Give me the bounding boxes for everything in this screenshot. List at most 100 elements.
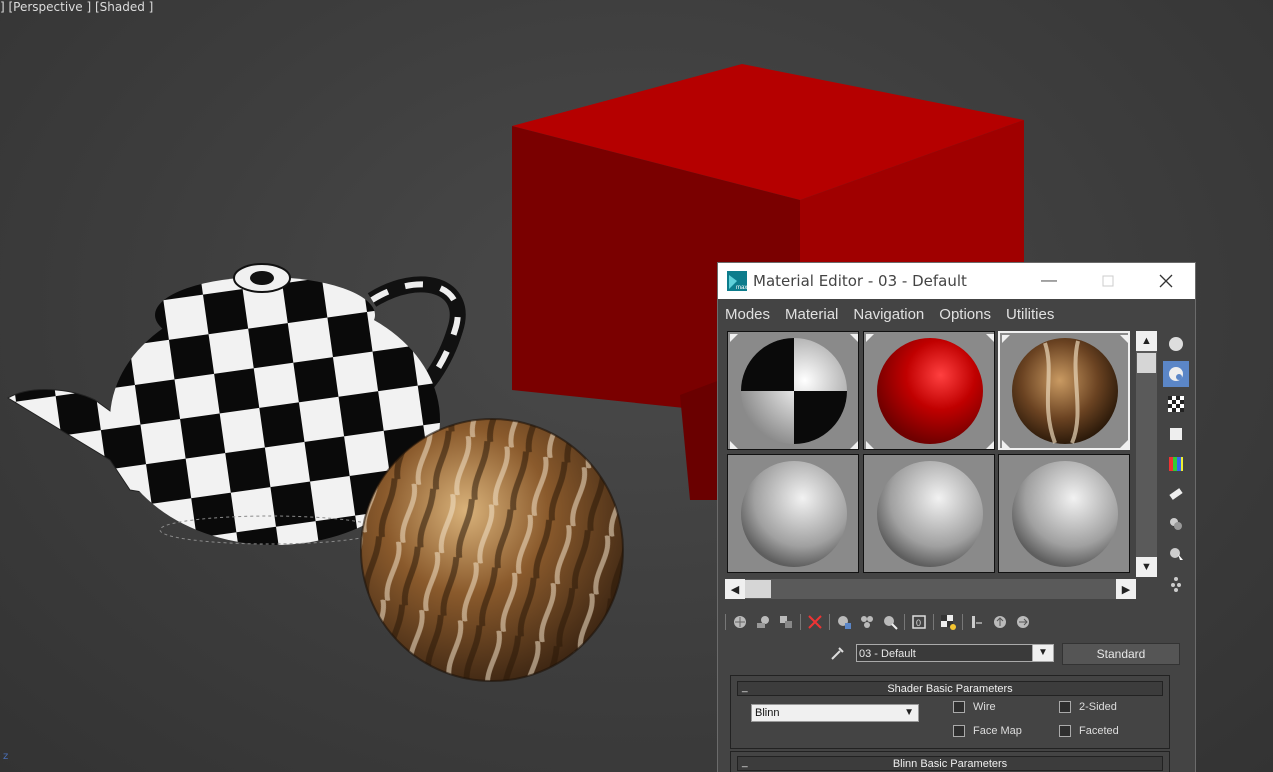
rollout-header[interactable]: _ Shader Basic Parameters <box>737 681 1163 696</box>
vertical-scroll-thumb[interactable] <box>1137 353 1156 373</box>
scroll-up-arrow-icon[interactable]: ▲ <box>1136 331 1157 351</box>
sample-slots <box>725 331 1135 575</box>
put-to-library-icon <box>884 616 898 630</box>
faceted-checkbox[interactable]: Faceted <box>1059 725 1119 737</box>
end-result-icon <box>972 616 982 628</box>
show-end-result-button[interactable] <box>968 613 986 631</box>
two-sided-checkbox[interactable]: 2-Sided <box>1059 701 1117 713</box>
shader-type-value: Blinn <box>755 707 780 719</box>
scroll-right-arrow-icon[interactable]: ▶ <box>1116 579 1136 599</box>
checker-background-icon <box>1168 396 1184 412</box>
put-to-library-button[interactable] <box>881 613 899 631</box>
material-name-field[interactable]: 03 - Default ▼ <box>856 644 1054 662</box>
checkbox-label: 2-Sided <box>1079 701 1117 713</box>
menu-options[interactable]: Options <box>939 306 991 323</box>
shader-type-select[interactable]: Blinn ▼ <box>751 704 919 722</box>
menu-utilities[interactable]: Utilities <box>1006 306 1054 323</box>
slots-vertical-scrollbar[interactable]: ▲ ▼ <box>1136 331 1157 577</box>
gray-sphere-preview <box>877 461 983 567</box>
eyedropper-icon[interactable] <box>830 645 846 661</box>
menu-navigation[interactable]: Navigation <box>853 306 924 323</box>
options-button[interactable] <box>1163 511 1189 537</box>
chevron-down-icon[interactable]: ▼ <box>1032 645 1053 661</box>
material-map-navigator-button[interactable] <box>1163 571 1189 597</box>
put-to-scene-icon <box>757 616 769 628</box>
svg-text:max: max <box>736 285 747 291</box>
reset-material-button[interactable] <box>806 613 824 631</box>
material-name-text: 03 - Default <box>859 648 916 660</box>
go-forward-icon <box>1017 616 1029 628</box>
sample-slot-5[interactable] <box>863 454 995 573</box>
checkbox-box[interactable] <box>1059 725 1071 737</box>
shader-basic-parameters-rollout: _ Shader Basic Parameters Blinn ▼ Wire 2… <box>730 675 1170 749</box>
material-editor-titlebar[interactable]: max Material Editor - 03 - Default — <box>718 263 1195 299</box>
backlight-icon <box>1169 367 1183 381</box>
close-button[interactable] <box>1146 263 1186 299</box>
blinn-basic-parameters-rollout: _ Blinn Basic Parameters <box>730 751 1170 772</box>
slots-horizontal-scrollbar[interactable]: ◀ ▶ <box>725 579 1136 599</box>
rollout-title: Shader Basic Parameters <box>887 682 1013 695</box>
wire-checkbox[interactable]: Wire <box>953 701 996 713</box>
copy-material-button[interactable] <box>835 613 853 631</box>
scroll-left-arrow-icon[interactable]: ◀ <box>725 579 745 599</box>
gray-sphere-preview <box>741 461 847 567</box>
make-preview-button[interactable] <box>1163 481 1189 507</box>
select-by-material-icon <box>1170 548 1183 560</box>
material-toolbar: 0 <box>725 611 1037 633</box>
material-editor-window[interactable]: max Material Editor - 03 - Default — Mod… <box>717 262 1196 772</box>
wood-sphere[interactable] <box>360 418 624 682</box>
get-material-button[interactable] <box>731 613 749 631</box>
axis-gizmo-z: z <box>3 751 9 762</box>
assign-material-icon <box>780 616 792 628</box>
make-unique-icon <box>861 616 873 628</box>
3ds-max-icon: max <box>727 271 747 291</box>
film-icon <box>1169 488 1183 500</box>
maximize-button[interactable] <box>1088 263 1128 299</box>
get-material-icon <box>734 616 746 628</box>
menu-modes[interactable]: Modes <box>725 306 770 323</box>
sample-slot-4[interactable] <box>727 454 859 573</box>
select-by-material-button[interactable] <box>1163 541 1189 567</box>
go-forward-to-sibling-button[interactable] <box>1014 613 1032 631</box>
checkbox-label: Wire <box>973 701 996 713</box>
chevron-down-icon: ▼ <box>904 707 914 718</box>
backlight-button[interactable] <box>1163 361 1189 387</box>
maximize-icon <box>1102 275 1114 287</box>
collapse-icon[interactable]: _ <box>742 757 748 768</box>
video-color-check-button[interactable] <box>1163 451 1189 477</box>
menu-material[interactable]: Material <box>785 306 838 323</box>
checkbox-box[interactable] <box>1059 701 1071 713</box>
wood-sphere-preview <box>1002 335 1128 448</box>
scroll-down-arrow-icon[interactable]: ▼ <box>1136 557 1157 577</box>
go-to-parent-button[interactable] <box>991 613 1009 631</box>
checkbox-label: Faceted <box>1079 725 1119 737</box>
checkbox-box[interactable] <box>953 701 965 713</box>
face-map-checkbox[interactable]: Face Map <box>953 725 1022 737</box>
sample-slot-6[interactable] <box>998 454 1130 573</box>
go-to-parent-icon <box>994 616 1006 628</box>
red-sphere-preview <box>866 334 994 449</box>
material-id-channel-button[interactable]: 0 <box>910 613 928 631</box>
sample-type-button[interactable] <box>1163 331 1189 357</box>
horizontal-scroll-thumb[interactable] <box>745 580 771 598</box>
collapse-icon[interactable]: _ <box>742 682 748 693</box>
minimize-button[interactable]: — <box>1029 263 1069 299</box>
sample-slot-checker[interactable] <box>727 331 859 450</box>
make-unique-button[interactable] <box>858 613 876 631</box>
material-type-button[interactable]: Standard <box>1062 643 1180 665</box>
sample-slot-red[interactable] <box>863 331 995 450</box>
options-spheres-icon <box>1170 518 1182 530</box>
menu-bar: Modes Material Navigation Options Utilit… <box>718 299 1195 329</box>
sample-slot-wood[interactable] <box>998 331 1130 450</box>
sample-uv-tiling-button[interactable] <box>1163 421 1189 447</box>
put-to-scene-button[interactable] <box>754 613 772 631</box>
show-map-in-viewport-button[interactable] <box>939 613 957 631</box>
checkbox-box[interactable] <box>953 725 965 737</box>
material-id-icon: 0 <box>912 615 926 629</box>
background-button[interactable] <box>1163 391 1189 417</box>
assign-material-button[interactable] <box>777 613 795 631</box>
rollout-header[interactable]: _ Blinn Basic Parameters <box>737 756 1163 771</box>
sphere-sample-icon <box>1169 337 1183 351</box>
navigator-icon <box>1171 577 1181 592</box>
copy-material-icon <box>838 616 851 629</box>
